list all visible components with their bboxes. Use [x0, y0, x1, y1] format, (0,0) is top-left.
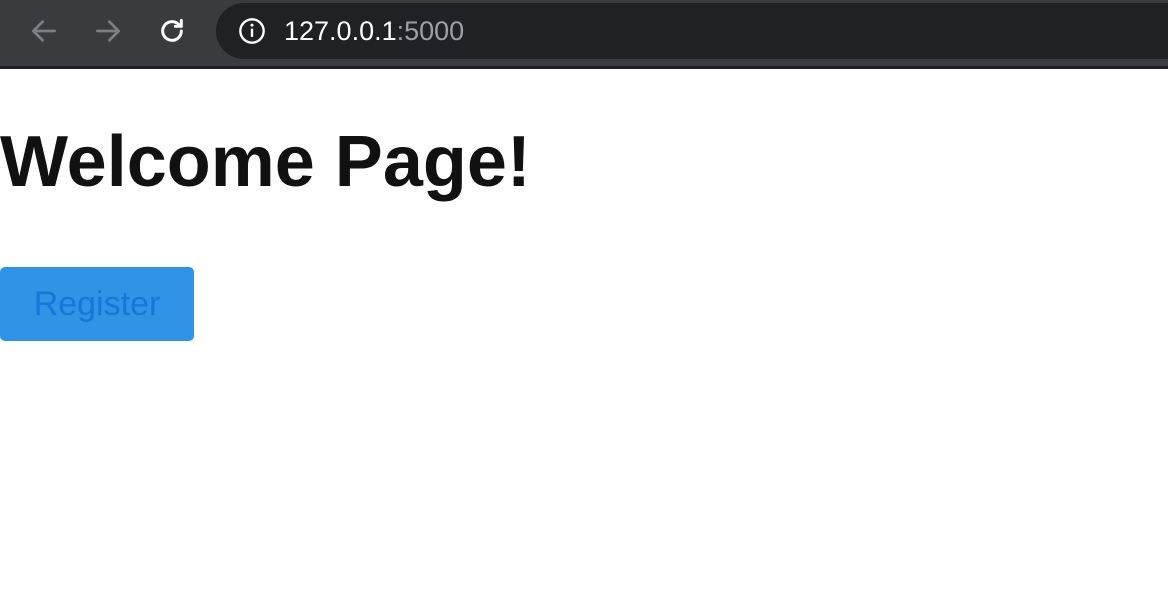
reload-icon [161, 18, 183, 42]
forward-button[interactable] [90, 13, 126, 49]
reload-button[interactable] [154, 13, 190, 49]
register-button[interactable]: Register [0, 267, 194, 341]
address-bar[interactable]: 127.0.0.1:5000 [216, 3, 1168, 59]
info-circle-icon [239, 18, 265, 44]
page-content: Welcome Page! Register [0, 69, 1168, 589]
browser-toolbar: 127.0.0.1:5000 [0, 0, 1168, 69]
url-port: :5000 [396, 16, 465, 46]
site-info-button[interactable] [238, 17, 266, 45]
url-host: 127.0.0.1 [284, 16, 397, 46]
page-title: Welcome Page! [0, 122, 531, 202]
forward-arrow-icon [96, 20, 120, 42]
back-button[interactable] [26, 13, 62, 49]
back-arrow-icon [32, 20, 56, 42]
url-text[interactable]: 127.0.0.1:5000 [284, 17, 464, 45]
